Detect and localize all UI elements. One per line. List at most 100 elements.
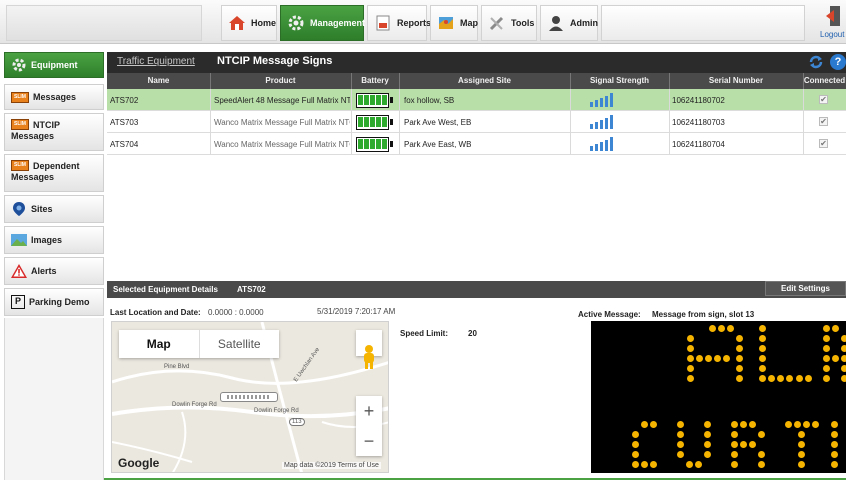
- nav-home[interactable]: Home: [221, 5, 277, 41]
- led-dot: [841, 345, 846, 352]
- zoom-control: + −: [356, 396, 382, 456]
- table-row[interactable]: ATS704 Wanco Matrix Message Full Matrix …: [107, 133, 846, 155]
- location-map[interactable]: Pine Blvd Dowlin Forge Rd Dowlin Forge R…: [111, 321, 389, 473]
- led-dot: [823, 335, 830, 342]
- map-marker-label[interactable]: [220, 392, 278, 402]
- nav-management[interactable]: Management: [280, 5, 365, 41]
- column-divider: [803, 89, 804, 155]
- map-attribution[interactable]: Map data ©2019 Terms of Use: [282, 462, 381, 469]
- led-dot: [704, 451, 711, 458]
- sidebar-item-alerts[interactable]: Alerts: [4, 257, 104, 285]
- cell-serial-number: 106241180703: [672, 118, 725, 127]
- led-dot: [736, 355, 743, 362]
- led-dot: [650, 421, 657, 428]
- sidebar-item-label: NTCIP: [33, 119, 60, 130]
- sidebar-item-label-line2: Messages: [11, 172, 55, 182]
- signal-strength-icon: [590, 137, 616, 151]
- led-dot: [641, 461, 648, 468]
- map-type-map[interactable]: Map: [119, 330, 199, 358]
- cell-serial-number: 106241180702: [672, 96, 725, 105]
- battery-icon-tip: [390, 97, 393, 103]
- led-dot: [759, 375, 766, 382]
- signal-strength-icon: [590, 115, 616, 129]
- details-title: Selected Equipment Details: [113, 285, 218, 294]
- column-divider: [399, 89, 400, 155]
- tab-traffic-equipment[interactable]: Traffic Equipment: [117, 56, 195, 67]
- column-header-signal-strength[interactable]: Signal Strength: [570, 76, 669, 85]
- led-dot: [805, 375, 812, 382]
- zoom-in-button[interactable]: +: [356, 396, 382, 426]
- led-dot: [749, 421, 756, 428]
- column-header-assigned-site[interactable]: Assigned Site: [399, 76, 570, 85]
- connected-checkbox: ✔: [819, 117, 828, 126]
- column-header-connected[interactable]: Connected: [803, 76, 846, 85]
- details-equipment-name: ATS702: [237, 285, 266, 294]
- led-dot: [650, 461, 657, 468]
- sidebar-item-images[interactable]: Images: [4, 226, 104, 254]
- sidebar-item-label: Images: [31, 235, 63, 245]
- led-dot: [740, 421, 747, 428]
- column-divider: [351, 89, 352, 155]
- led-dot: [758, 451, 765, 458]
- cell-assigned-site: Park Ave East, WB: [404, 140, 472, 149]
- led-dot: [831, 431, 838, 438]
- column-divider: [570, 89, 571, 155]
- led-dot: [796, 375, 803, 382]
- led-dot: [731, 441, 738, 448]
- led-dot: [841, 335, 846, 342]
- last-location-value: 0.0000 : 0.0000: [208, 308, 264, 317]
- led-dot: [705, 355, 712, 362]
- led-dot: [695, 461, 702, 468]
- zoom-out-button[interactable]: −: [356, 426, 382, 456]
- sidebar-item-sites[interactable]: Sites: [4, 195, 104, 223]
- nav-map-label: Map: [460, 18, 478, 28]
- gear-icon: [287, 14, 305, 32]
- column-header-product[interactable]: Product: [210, 76, 351, 85]
- street-view-pegman-icon[interactable]: [359, 344, 379, 370]
- battery-icon-tip: [390, 119, 393, 125]
- nav-reports-label: Reports: [397, 18, 432, 28]
- led-dot: [798, 451, 805, 458]
- cell-assigned-site: fox hollow, SB: [404, 96, 455, 105]
- sidebar-item-ntcip-messages[interactable]: SLIM NTCIP Messages: [4, 113, 104, 151]
- column-header-name[interactable]: Name: [107, 76, 210, 85]
- led-dot: [687, 345, 694, 352]
- led-dot: [704, 431, 711, 438]
- sidebar-item-equipment[interactable]: Equipment: [4, 52, 104, 78]
- logout-button[interactable]: Logout: [812, 2, 846, 42]
- active-message-value: Message from sign, slot 13: [652, 310, 755, 319]
- cell-assigned-site: Park Ave West, EB: [404, 118, 472, 127]
- sidebar-item-messages[interactable]: SLIM Messages: [4, 84, 104, 110]
- help-icon[interactable]: ?: [830, 54, 846, 70]
- edit-settings-button[interactable]: Edit Settings: [765, 281, 846, 296]
- sidebar-item-dependent-messages[interactable]: SLIM Dependent Messages: [4, 154, 104, 192]
- column-header-serial-number[interactable]: Serial Number: [669, 76, 803, 85]
- led-dot: [785, 421, 792, 428]
- refresh-icon[interactable]: [809, 55, 823, 69]
- led-dot: [798, 461, 805, 468]
- nav-reports[interactable]: Reports: [367, 5, 431, 41]
- led-dot: [831, 441, 838, 448]
- cell-name: ATS702: [110, 96, 139, 105]
- battery-icon: [356, 115, 389, 130]
- table-row[interactable]: ATS703 Wanco Matrix Message Full Matrix …: [107, 111, 846, 133]
- led-dot: [736, 365, 743, 372]
- led-dot: [632, 441, 639, 448]
- slim-sign-icon: SLIM: [11, 160, 29, 171]
- warning-icon: [11, 264, 27, 278]
- led-dot: [632, 431, 639, 438]
- map-type-satellite[interactable]: Satellite: [198, 330, 280, 358]
- nav-tools[interactable]: Tools: [481, 5, 537, 41]
- speed-limit-value: 20: [468, 329, 477, 338]
- led-dot: [736, 345, 743, 352]
- table-row[interactable]: ATS702 SpeedAlert 48 Message Full Matrix…: [107, 89, 846, 111]
- cell-product: Wanco Matrix Message Full Matrix NTCIP: [214, 140, 350, 149]
- nav-admin[interactable]: Admin: [540, 5, 598, 41]
- sidebar-item-parking-demo[interactable]: P Parking Demo: [4, 288, 104, 316]
- nav-map[interactable]: Map: [430, 5, 478, 41]
- column-header-battery[interactable]: Battery: [351, 76, 399, 85]
- map-type-switch: Map Satellite: [119, 330, 279, 358]
- led-dot: [641, 421, 648, 428]
- led-dot: [677, 441, 684, 448]
- tab-ntcip-message-signs[interactable]: NTCIP Message Signs: [217, 55, 332, 67]
